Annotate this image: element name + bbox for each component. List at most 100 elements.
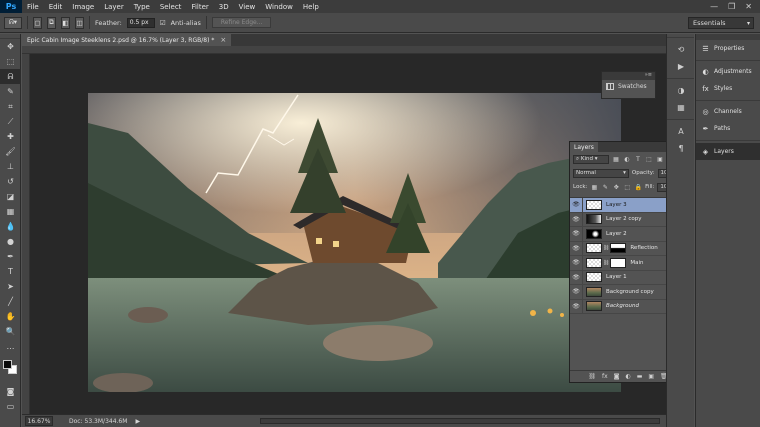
line-tool-icon[interactable]: ╱ [0, 294, 21, 309]
swatches-entry[interactable]: Swatches [602, 80, 655, 93]
visibility-eye-icon[interactable]: 👁 [570, 197, 583, 212]
workspace-select[interactable]: Essentials ▾ [688, 17, 754, 29]
document-image[interactable] [88, 93, 621, 392]
menu-edit[interactable]: Edit [44, 3, 68, 11]
dock-grip[interactable] [667, 34, 694, 38]
layer-mask-thumbnail[interactable] [610, 257, 627, 268]
actions-icon[interactable]: ▶ [667, 58, 695, 75]
visibility-eye-icon[interactable]: 👁 [570, 270, 583, 285]
swatches-icon[interactable]: ▦ [667, 99, 695, 116]
type-tool-icon[interactable]: T [0, 264, 21, 279]
add-selection-icon[interactable]: ⧉ [47, 16, 56, 29]
blur-tool-icon[interactable]: 💧 [0, 219, 21, 234]
eyedropper-tool-icon[interactable]: ⟋ [0, 114, 21, 129]
minimize-button[interactable]: — [710, 2, 718, 11]
add-mask-icon[interactable]: ◙ [614, 373, 620, 380]
dock-styles[interactable]: fx Styles [696, 80, 760, 97]
visibility-eye-icon[interactable]: 👁 [570, 212, 583, 227]
horizontal-scrollbar[interactable] [260, 418, 660, 424]
visibility-eye-icon[interactable]: 👁 [570, 226, 583, 241]
quick-selection-tool-icon[interactable]: ✎ [0, 84, 21, 99]
menu-window[interactable]: Window [260, 3, 298, 11]
antialias-checkbox[interactable]: ☑ [160, 19, 166, 27]
dock-layers[interactable]: ◈ Layers [696, 143, 760, 160]
paragraph-icon[interactable]: ¶ [667, 140, 695, 157]
subtract-selection-icon[interactable]: ◧ [61, 16, 70, 29]
lock-position-icon[interactable]: ✥ [612, 184, 620, 191]
new-selection-icon[interactable]: ▢ [33, 16, 42, 29]
dock-paths[interactable]: ✒ Paths [696, 120, 760, 137]
menu-view[interactable]: View [234, 3, 261, 11]
path-selection-tool-icon[interactable]: ➤ [0, 279, 21, 294]
lock-artboard-icon[interactable]: ⬚ [623, 184, 631, 191]
menu-select[interactable]: Select [155, 3, 187, 11]
blend-mode-select[interactable]: Normal ▾ [573, 168, 629, 178]
dock-adjustments[interactable]: ◐ Adjustments [696, 63, 760, 80]
move-tool-icon[interactable]: ✥ [0, 39, 21, 54]
lock-transparent-icon[interactable]: ▦ [590, 184, 598, 191]
pixel-filter-icon[interactable]: ▦ [612, 156, 620, 163]
history-brush-tool-icon[interactable]: ↺ [0, 174, 21, 189]
zoom-level-field[interactable]: 16.67% [25, 416, 53, 426]
close-document-icon[interactable]: × [220, 36, 226, 44]
gradient-tool-icon[interactable]: ▦ [0, 204, 21, 219]
menu-image[interactable]: Image [67, 3, 99, 11]
eraser-tool-icon[interactable]: ◪ [0, 189, 21, 204]
adjustment-layer-icon[interactable]: ◐ [625, 373, 630, 380]
menu-help[interactable]: Help [298, 3, 324, 11]
dock-properties[interactable]: ☰ Properties [696, 40, 760, 57]
intersect-selection-icon[interactable]: ◫ [75, 16, 84, 29]
lock-all-icon[interactable]: 🔒 [634, 184, 642, 191]
screen-mode-icon[interactable]: ▭ [0, 399, 21, 414]
status-menu-arrow-icon[interactable]: ▶ [135, 418, 140, 425]
zoom-tool-icon[interactable]: 🔍 [0, 324, 21, 339]
refine-edge-button[interactable]: Refine Edge... [211, 17, 272, 28]
pen-tool-icon[interactable]: ✒ [0, 249, 21, 264]
document-tab[interactable]: Epic Cabin Image Steeklens 2.psd @ 16.7%… [22, 34, 232, 46]
filter-kind-select[interactable]: ⌕ Kind ▾ [573, 154, 609, 164]
menu-filter[interactable]: Filter [186, 3, 213, 11]
maximize-button[interactable]: ❐ [728, 2, 735, 11]
lock-pixels-icon[interactable]: ✎ [601, 184, 609, 191]
brush-tool-icon[interactable]: 🖌 [0, 144, 21, 159]
color-icon[interactable]: ◑ [667, 82, 695, 99]
visibility-eye-icon[interactable]: 👁 [570, 284, 583, 299]
swatches-panel-menu[interactable]: »≡ [602, 72, 655, 80]
more-tools-icon[interactable]: … [0, 339, 21, 354]
marquee-tool-icon[interactable]: ⬚ [0, 54, 21, 69]
close-window-button[interactable]: ✕ [745, 2, 752, 11]
history-icon[interactable]: ⟲ [667, 41, 695, 58]
menu-type[interactable]: Type [129, 3, 155, 11]
menu-3d[interactable]: 3D [214, 3, 234, 11]
visibility-eye-icon[interactable]: 👁 [570, 241, 583, 256]
smart-object-filter-icon[interactable]: ▣ [656, 156, 664, 163]
layers-tab[interactable]: Layers [570, 142, 598, 152]
new-layer-icon[interactable]: ▣ [648, 373, 654, 380]
link-layers-icon[interactable]: ⛓ [588, 373, 596, 380]
quick-mask-icon[interactable]: ◙ [0, 384, 21, 399]
document-title: Epic Cabin Image Steeklens 2.psd @ 16.7%… [27, 36, 215, 44]
lasso-tool-icon[interactable]: ᕱ [0, 69, 21, 84]
layer-mask-thumbnail[interactable] [610, 243, 627, 254]
menu-file[interactable]: File [22, 3, 44, 11]
healing-brush-tool-icon[interactable]: ✚ [0, 129, 21, 144]
mask-link-icon[interactable]: ⛓ [603, 245, 609, 251]
type-filter-icon[interactable]: T [634, 156, 642, 163]
new-group-icon[interactable]: ▬ [637, 373, 643, 380]
foreground-color-swatch[interactable] [3, 360, 12, 369]
visibility-eye-icon[interactable]: 👁 [570, 299, 583, 314]
character-icon[interactable]: A [667, 123, 695, 140]
clone-stamp-tool-icon[interactable]: ⊥ [0, 159, 21, 174]
crop-tool-icon[interactable]: ⌗ [0, 99, 21, 114]
shape-filter-icon[interactable]: ⬚ [645, 156, 653, 163]
lasso-tool-preset-icon[interactable]: ᕱ▾ [4, 16, 22, 29]
hand-tool-icon[interactable]: ✋ [0, 309, 21, 324]
adjustment-filter-icon[interactable]: ◐ [623, 156, 631, 163]
menu-layer[interactable]: Layer [99, 3, 129, 11]
dock-channels[interactable]: ◎ Channels [696, 103, 760, 120]
mask-link-icon[interactable]: ⛓ [603, 260, 609, 266]
layer-style-icon[interactable]: fx [602, 373, 608, 380]
dodge-tool-icon[interactable]: ● [0, 234, 21, 249]
visibility-eye-icon[interactable]: 👁 [570, 255, 583, 270]
feather-input[interactable] [126, 17, 155, 28]
